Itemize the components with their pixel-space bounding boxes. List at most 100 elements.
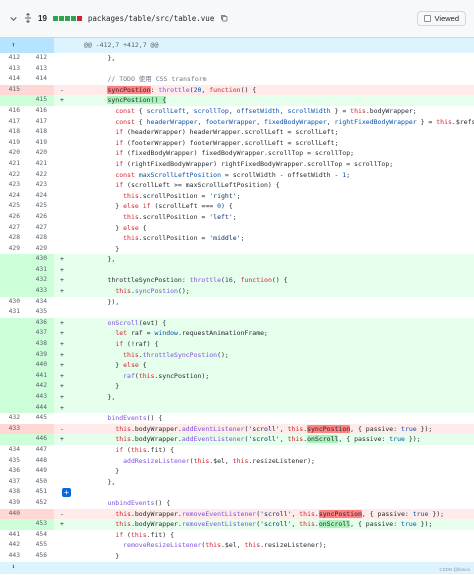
new-line-number[interactable]: 427 (27, 223, 54, 234)
new-line-number[interactable]: 431 (27, 264, 54, 276)
new-line-number[interactable]: 447 (27, 445, 54, 456)
old-line-number[interactable] (0, 254, 27, 265)
new-line-number[interactable]: 437 (27, 328, 54, 340)
old-line-number[interactable] (0, 392, 27, 403)
new-line-number[interactable]: 418 (27, 127, 54, 138)
file-path[interactable]: packages/table/src/table.vue (88, 14, 214, 23)
expand-down-button[interactable]: ⬇ (0, 561, 27, 574)
unfold-icon[interactable] (24, 12, 32, 25)
old-line-number[interactable]: 413 (0, 64, 27, 75)
old-line-number[interactable]: 443 (0, 551, 27, 562)
old-line-number[interactable]: 428 (0, 233, 27, 244)
old-line-number[interactable]: 424 (0, 191, 27, 202)
old-line-number[interactable]: 418 (0, 127, 27, 138)
new-line-number[interactable]: 424 (27, 191, 54, 202)
old-line-number[interactable] (0, 264, 27, 276)
old-line-number[interactable] (0, 381, 27, 392)
old-line-number[interactable] (0, 349, 27, 361)
new-line-number[interactable]: 448 (27, 456, 54, 467)
old-line-number[interactable]: 416 (0, 106, 27, 117)
new-line-number[interactable]: 453 (27, 519, 54, 530)
new-line-number[interactable]: 429 (27, 244, 54, 255)
old-line-number[interactable]: 431 (0, 307, 27, 318)
old-line-number[interactable]: 419 (0, 138, 27, 149)
add-comment-button[interactable]: + (62, 487, 71, 497)
new-line-number[interactable]: 428 (27, 233, 54, 244)
old-line-number[interactable] (0, 360, 27, 371)
new-line-number[interactable]: 443 (27, 392, 54, 403)
old-line-number[interactable]: 434 (0, 445, 27, 456)
new-line-number[interactable]: 434 (27, 297, 54, 308)
new-line-number[interactable]: 435 (27, 307, 54, 318)
new-line-number[interactable] (27, 508, 54, 520)
new-line-number[interactable]: 438 (27, 339, 54, 350)
old-line-number[interactable]: 437 (0, 477, 27, 488)
new-line-number[interactable]: 414 (27, 74, 54, 85)
new-line-number[interactable]: 415 (27, 95, 54, 106)
old-line-number[interactable]: 420 (0, 148, 27, 159)
new-line-number[interactable]: 430 (27, 254, 54, 265)
expand-down-row[interactable]: ⬇ (0, 561, 474, 574)
new-line-number[interactable]: 451 (27, 487, 54, 498)
new-line-number[interactable]: 412 (27, 53, 54, 64)
old-line-number[interactable]: 436 (0, 466, 27, 477)
new-line-number[interactable]: 445 (27, 413, 54, 424)
viewed-checkbox[interactable]: Viewed (416, 11, 466, 26)
old-line-number[interactable]: 438 (0, 487, 27, 498)
old-line-number[interactable] (0, 286, 27, 297)
old-line-number[interactable]: 425 (0, 201, 27, 212)
new-line-number[interactable]: 444 (27, 402, 54, 414)
new-line-number[interactable]: 425 (27, 201, 54, 212)
new-line-number[interactable]: 456 (27, 551, 54, 562)
new-line-number[interactable]: 426 (27, 212, 54, 223)
new-line-number[interactable] (27, 423, 54, 435)
old-line-number[interactable] (0, 328, 27, 340)
new-line-number[interactable]: 419 (27, 138, 54, 149)
new-line-number[interactable]: 423 (27, 180, 54, 191)
old-line-number[interactable]: 427 (0, 223, 27, 234)
chevron-down-icon[interactable] (8, 14, 18, 24)
old-line-number[interactable]: 432 (0, 413, 27, 424)
old-line-number[interactable]: 417 (0, 117, 27, 128)
old-line-number[interactable] (0, 95, 27, 106)
new-line-number[interactable]: 421 (27, 159, 54, 170)
new-line-number[interactable]: 452 (27, 498, 54, 509)
old-line-number[interactable] (0, 317, 27, 329)
copy-icon[interactable] (220, 14, 228, 24)
new-line-number[interactable]: 439 (27, 349, 54, 361)
old-line-number[interactable]: 415 (0, 84, 27, 96)
new-line-number[interactable]: 446 (27, 434, 54, 445)
old-line-number[interactable]: 433 (0, 423, 27, 435)
old-line-number[interactable]: 423 (0, 180, 27, 191)
old-line-number[interactable]: 439 (0, 498, 27, 509)
new-line-number[interactable]: 420 (27, 148, 54, 159)
new-line-number[interactable]: 441 (27, 370, 54, 382)
new-line-number[interactable]: 440 (27, 360, 54, 371)
old-line-number[interactable] (0, 519, 27, 530)
old-line-number[interactable]: 440 (0, 508, 27, 520)
old-line-number[interactable] (0, 339, 27, 350)
old-line-number[interactable]: 412 (0, 53, 27, 64)
new-line-number[interactable]: 455 (27, 540, 54, 551)
new-line-number[interactable]: 432 (27, 275, 54, 287)
new-line-number[interactable]: 436 (27, 317, 54, 329)
old-line-number[interactable] (0, 434, 27, 445)
old-line-number[interactable]: 441 (0, 530, 27, 541)
old-line-number[interactable]: 421 (0, 159, 27, 170)
old-line-number[interactable] (0, 402, 27, 414)
old-line-number[interactable]: 414 (0, 74, 27, 85)
old-line-number[interactable]: 430 (0, 297, 27, 308)
new-line-number[interactable]: 450 (27, 477, 54, 488)
expand-up-button[interactable]: ⬆ (0, 38, 27, 53)
new-line-number[interactable]: 416 (27, 106, 54, 117)
old-line-number[interactable] (0, 275, 27, 287)
old-line-number[interactable] (0, 370, 27, 382)
new-line-number[interactable]: 413 (27, 64, 54, 75)
new-line-number[interactable]: 442 (27, 381, 54, 392)
new-line-number[interactable]: 417 (27, 117, 54, 128)
new-line-number[interactable] (27, 84, 54, 96)
old-line-number[interactable]: 429 (0, 244, 27, 255)
new-line-number[interactable]: 422 (27, 170, 54, 181)
old-line-number[interactable]: 435 (0, 456, 27, 467)
old-line-number[interactable]: 422 (0, 170, 27, 181)
